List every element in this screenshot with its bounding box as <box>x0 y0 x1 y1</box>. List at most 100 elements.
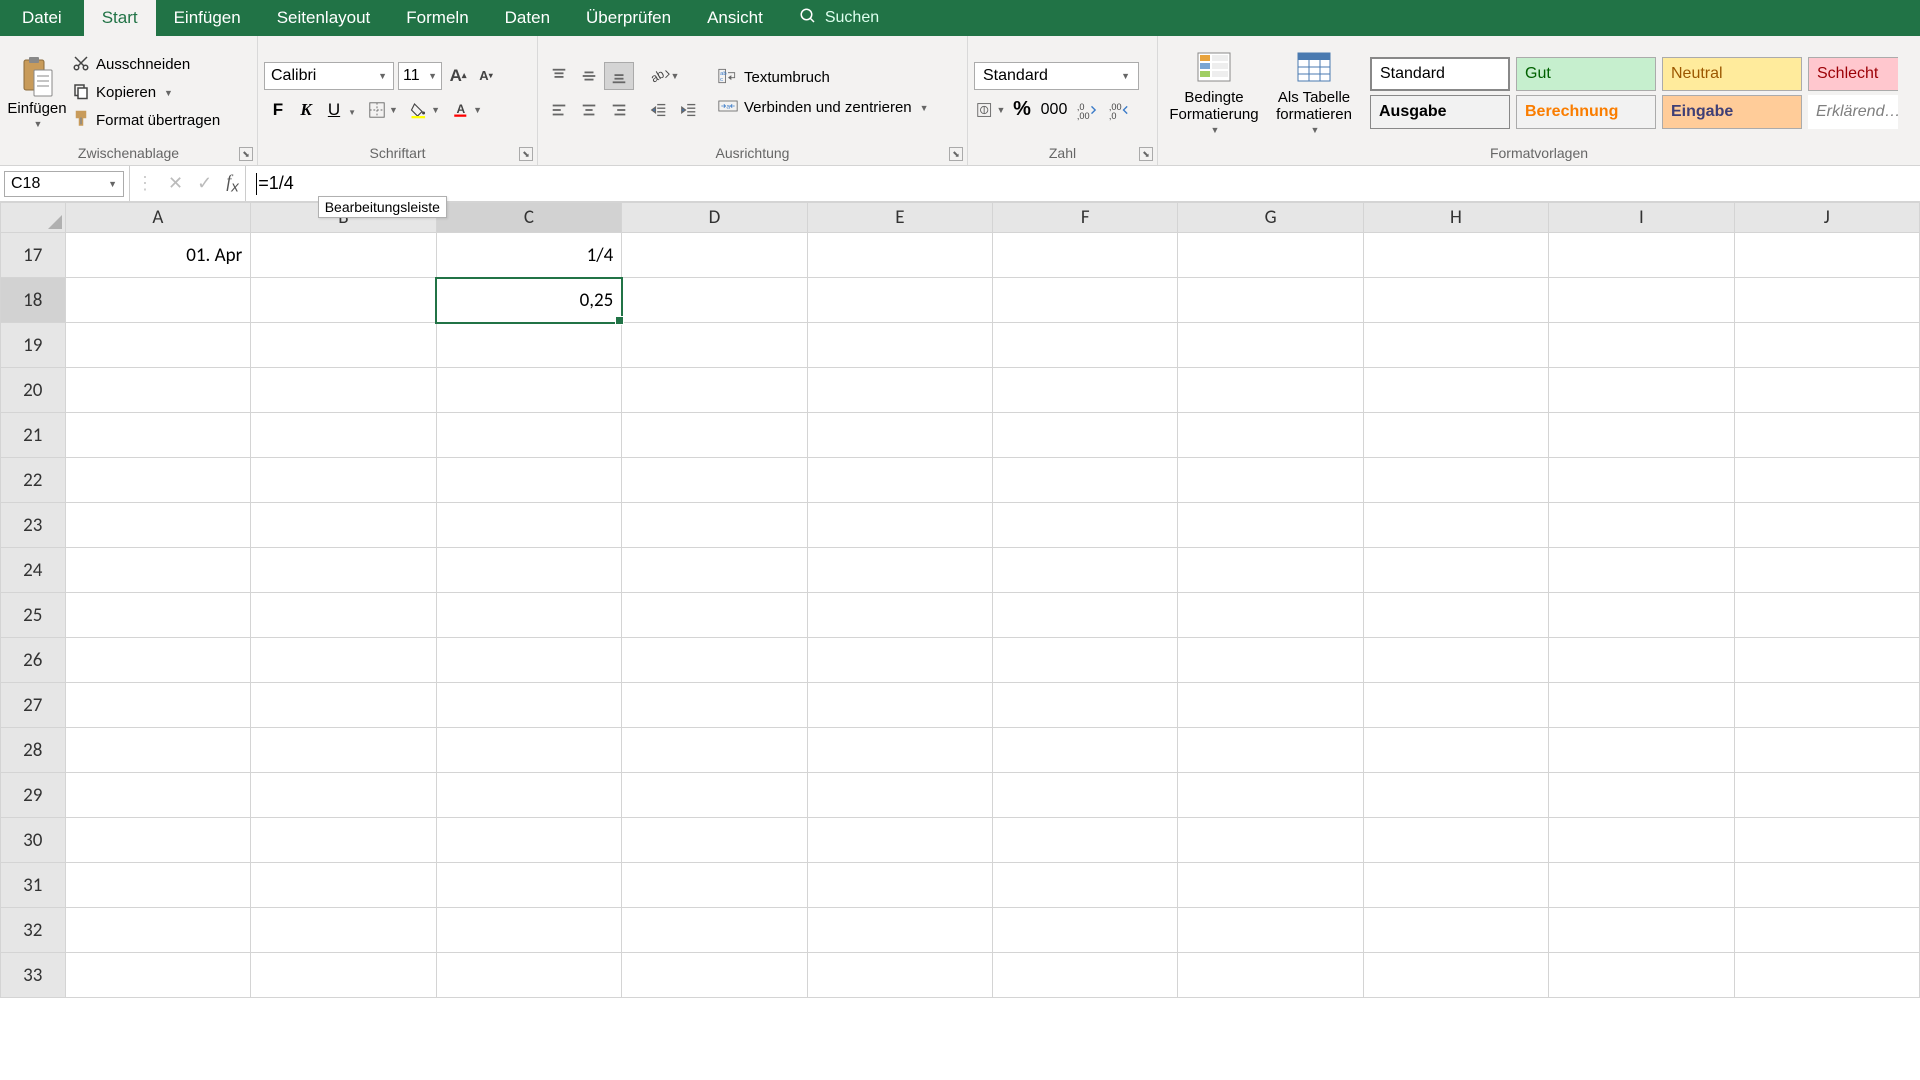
cell-F20[interactable] <box>993 368 1178 413</box>
style-berechnung[interactable]: Berechnung <box>1516 95 1656 129</box>
spreadsheet-grid[interactable]: ABCDEFGHIJ1701. Apr1/4180,25192021222324… <box>0 202 1920 998</box>
cell-J25[interactable] <box>1734 593 1919 638</box>
cell-D23[interactable] <box>622 503 807 548</box>
column-header-G[interactable]: G <box>1178 203 1363 233</box>
cell-B26[interactable] <box>251 638 436 683</box>
cell-G33[interactable] <box>1178 953 1363 998</box>
cancel-button[interactable]: ✕ <box>168 173 183 194</box>
cell-H32[interactable] <box>1363 908 1548 953</box>
formula-input[interactable]: =1/4 Bearbeitungsleiste <box>246 166 1920 201</box>
cell-J32[interactable] <box>1734 908 1919 953</box>
merge-center-button[interactable]: a Verbinden und zentrieren ▼ <box>718 97 929 119</box>
column-header-C[interactable]: C <box>436 203 622 233</box>
cell-D26[interactable] <box>622 638 807 683</box>
cell-H29[interactable] <box>1363 773 1548 818</box>
number-format-select[interactable]: Standard ▼ <box>974 62 1139 90</box>
style-gut[interactable]: Gut <box>1516 57 1656 91</box>
cell-G30[interactable] <box>1178 818 1363 863</box>
row-header-22[interactable]: 22 <box>1 458 66 503</box>
row-header-25[interactable]: 25 <box>1 593 66 638</box>
cell-E22[interactable] <box>807 458 992 503</box>
align-center-button[interactable] <box>574 96 604 124</box>
align-top-button[interactable] <box>544 62 574 90</box>
cell-E18[interactable] <box>807 278 992 323</box>
cell-E27[interactable] <box>807 683 992 728</box>
cell-G28[interactable] <box>1178 728 1363 773</box>
cell-G24[interactable] <box>1178 548 1363 593</box>
cell-C29[interactable] <box>436 773 622 818</box>
cell-E20[interactable] <box>807 368 992 413</box>
cell-I27[interactable] <box>1549 683 1734 728</box>
cell-G27[interactable] <box>1178 683 1363 728</box>
column-header-A[interactable]: A <box>65 203 251 233</box>
cell-I32[interactable] <box>1549 908 1734 953</box>
cell-I28[interactable] <box>1549 728 1734 773</box>
cell-E29[interactable] <box>807 773 992 818</box>
cell-C25[interactable] <box>436 593 622 638</box>
cell-F26[interactable] <box>993 638 1178 683</box>
cell-F21[interactable] <box>993 413 1178 458</box>
cell-J22[interactable] <box>1734 458 1919 503</box>
cell-E33[interactable] <box>807 953 992 998</box>
cell-C21[interactable] <box>436 413 622 458</box>
cell-F32[interactable] <box>993 908 1178 953</box>
cell-G22[interactable] <box>1178 458 1363 503</box>
cell-E21[interactable] <box>807 413 992 458</box>
thousand-sep-button[interactable]: 000 <box>1038 96 1070 124</box>
cell-J19[interactable] <box>1734 323 1919 368</box>
cell-F18[interactable] <box>993 278 1178 323</box>
cell-H24[interactable] <box>1363 548 1548 593</box>
cell-J20[interactable] <box>1734 368 1919 413</box>
cell-E24[interactable] <box>807 548 992 593</box>
cell-G25[interactable] <box>1178 593 1363 638</box>
cell-J31[interactable] <box>1734 863 1919 908</box>
cell-I30[interactable] <box>1549 818 1734 863</box>
cell-D17[interactable] <box>622 233 807 278</box>
cell-F19[interactable] <box>993 323 1178 368</box>
row-header-23[interactable]: 23 <box>1 503 66 548</box>
copy-button[interactable]: Kopieren ▼ <box>72 82 220 104</box>
decrease-indent-button[interactable] <box>644 96 674 124</box>
align-right-button[interactable] <box>604 96 634 124</box>
cell-C22[interactable] <box>436 458 622 503</box>
accounting-format-button[interactable]: ▼ <box>974 96 1006 124</box>
row-header-30[interactable]: 30 <box>1 818 66 863</box>
cell-A17[interactable]: 01. Apr <box>65 233 251 278</box>
cell-J21[interactable] <box>1734 413 1919 458</box>
tab-layout[interactable]: Seitenlayout <box>259 0 389 36</box>
enter-button[interactable]: ✓ <box>197 173 212 194</box>
cell-G29[interactable] <box>1178 773 1363 818</box>
cell-B30[interactable] <box>251 818 436 863</box>
cell-B18[interactable] <box>251 278 436 323</box>
cell-A23[interactable] <box>65 503 251 548</box>
cell-B25[interactable] <box>251 593 436 638</box>
cell-J17[interactable] <box>1734 233 1919 278</box>
cell-A33[interactable] <box>65 953 251 998</box>
cell-G21[interactable] <box>1178 413 1363 458</box>
cell-H22[interactable] <box>1363 458 1548 503</box>
style-schlecht[interactable]: Schlecht <box>1808 57 1898 91</box>
align-middle-button[interactable] <box>574 62 604 90</box>
cell-H27[interactable] <box>1363 683 1548 728</box>
cell-E30[interactable] <box>807 818 992 863</box>
format-painter-button[interactable]: Format übertragen <box>72 110 220 132</box>
cell-H28[interactable] <box>1363 728 1548 773</box>
cell-B31[interactable] <box>251 863 436 908</box>
clipboard-launcher[interactable]: ⬊ <box>239 147 253 161</box>
column-header-D[interactable]: D <box>622 203 807 233</box>
fill-color-button[interactable]: ▼ <box>410 96 440 124</box>
style-neutral[interactable]: Neutral <box>1662 57 1802 91</box>
search-box[interactable]: Suchen <box>781 0 897 36</box>
cell-F29[interactable] <box>993 773 1178 818</box>
cell-A32[interactable] <box>65 908 251 953</box>
alignment-launcher[interactable]: ⬊ <box>949 147 963 161</box>
cell-I25[interactable] <box>1549 593 1734 638</box>
number-launcher[interactable]: ⬊ <box>1139 147 1153 161</box>
font-launcher[interactable]: ⬊ <box>519 147 533 161</box>
tab-view[interactable]: Ansicht <box>689 0 781 36</box>
cell-H23[interactable] <box>1363 503 1548 548</box>
row-header-24[interactable]: 24 <box>1 548 66 593</box>
cell-H33[interactable] <box>1363 953 1548 998</box>
cell-C17[interactable]: 1/4 <box>436 233 622 278</box>
cell-C28[interactable] <box>436 728 622 773</box>
